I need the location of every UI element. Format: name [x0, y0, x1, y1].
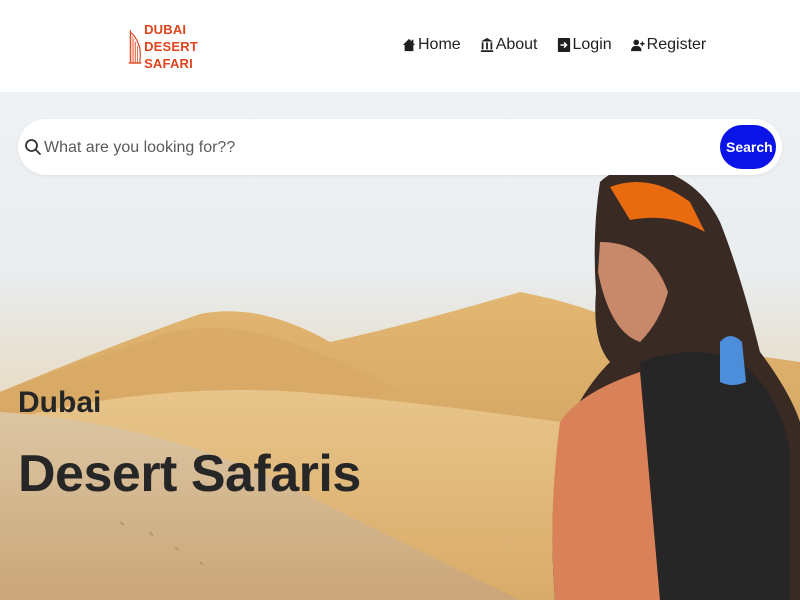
burj-al-arab-icon [128, 30, 142, 64]
nav-register[interactable]: Register [630, 36, 707, 54]
main-nav: Home About Login Register [402, 36, 706, 54]
nav-about-label: About [495, 36, 538, 53]
nav-home[interactable]: Home [402, 36, 461, 54]
hero-subtitle: Dubai [18, 386, 102, 419]
bank-icon [480, 37, 494, 53]
user-plus-icon [630, 37, 645, 53]
search-bar: Search [18, 119, 782, 175]
search-input[interactable] [42, 131, 686, 165]
brand-line-3: SAFARI [144, 55, 193, 71]
search-icon [25, 139, 41, 155]
brand-name: DUBAI DESERT SAFARI [144, 21, 198, 72]
brand-line-2: DESERT [144, 38, 198, 54]
home-icon [402, 37, 416, 53]
search-button[interactable]: Search [720, 125, 776, 169]
brand-logo[interactable]: DUBAI DESERT SAFARI [128, 14, 198, 78]
nav-home-label: Home [418, 36, 461, 53]
hero-title: Desert Safaris [18, 445, 361, 503]
nav-about[interactable]: About [480, 36, 538, 54]
nav-login[interactable]: Login [557, 36, 612, 54]
nav-login-label: Login [572, 36, 612, 53]
login-icon [557, 37, 571, 53]
site-header: DUBAI DESERT SAFARI Home About Login Reg… [0, 0, 800, 92]
brand-line-1: DUBAI [144, 21, 187, 37]
nav-register-label: Register [646, 36, 707, 53]
